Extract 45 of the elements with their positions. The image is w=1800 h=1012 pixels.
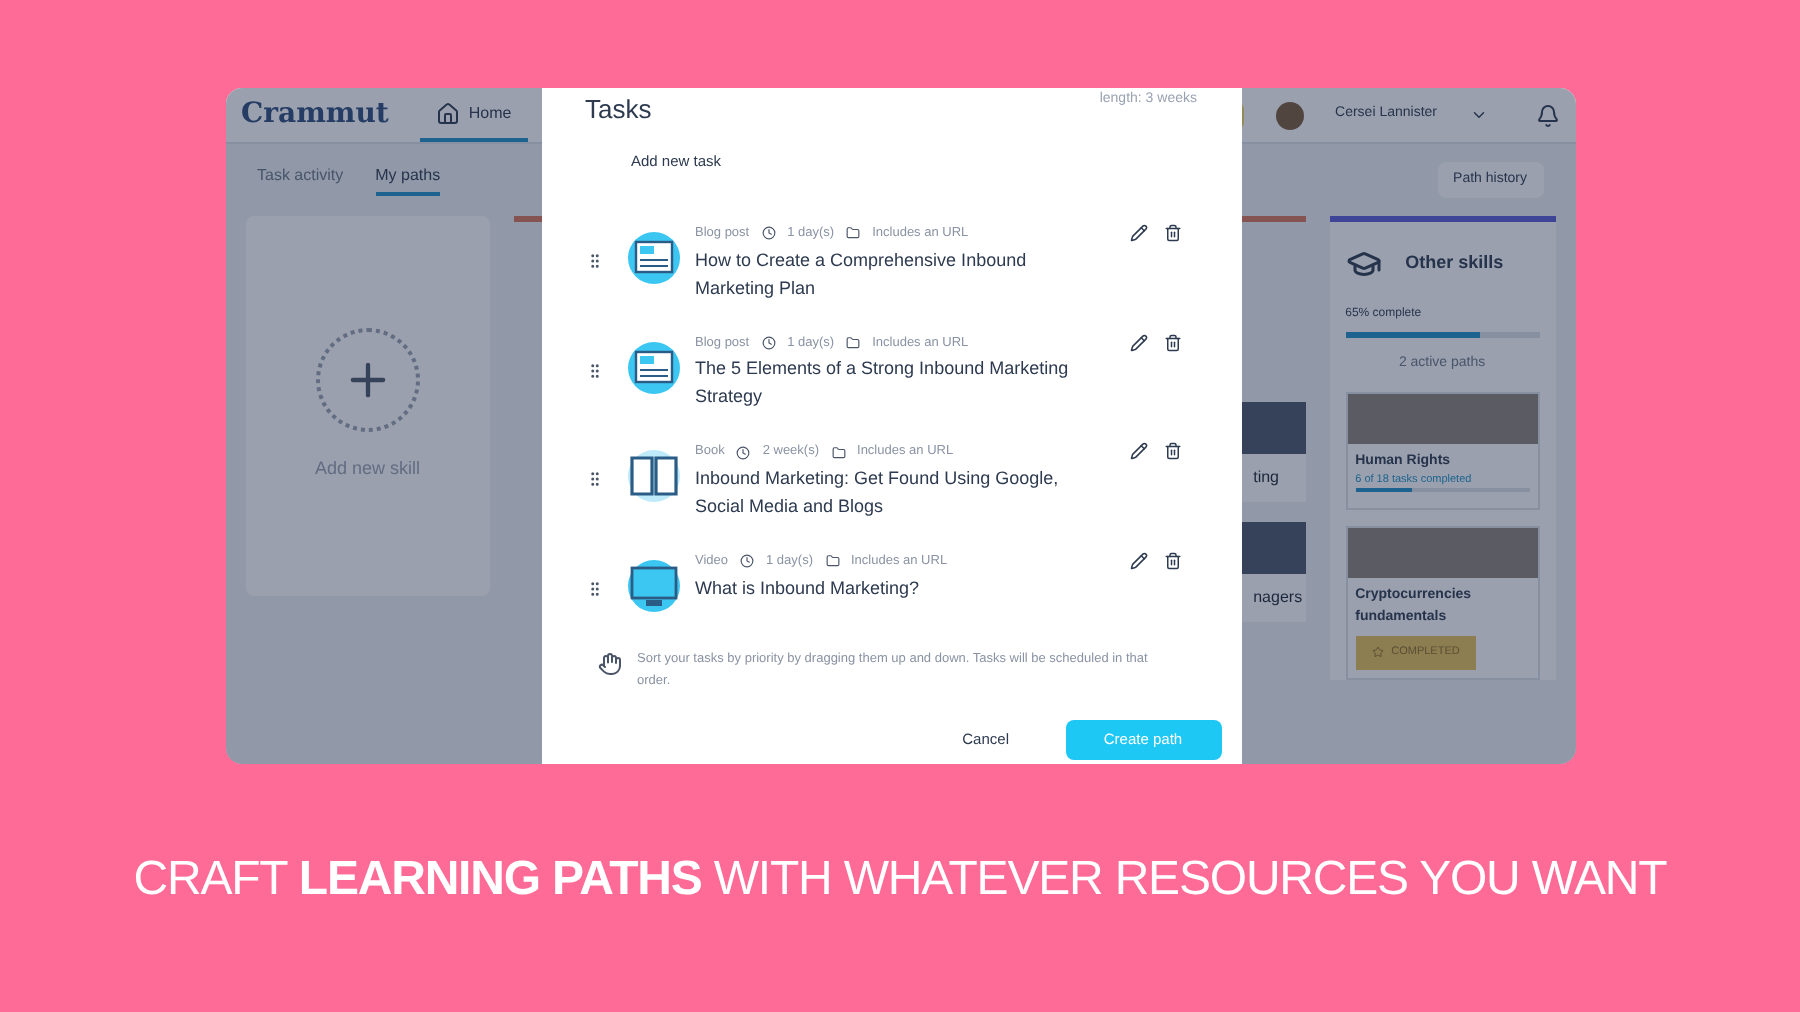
delete-icon[interactable]	[1163, 552, 1181, 570]
monitor-icon	[627, 560, 679, 612]
task-title: The 5 Elements of a Strong Inbound Marketing Strategy	[695, 356, 1071, 411]
home-icon	[436, 101, 461, 125]
drag-hand-icon	[597, 652, 621, 676]
avatar	[1275, 101, 1304, 129]
graduation-cap-icon	[1345, 246, 1382, 282]
clock-icon	[761, 226, 776, 241]
app-logo: Crammut	[241, 96, 389, 134]
clock-icon	[761, 335, 776, 350]
folder-icon	[831, 445, 846, 460]
add-icon	[315, 328, 420, 433]
folder-icon	[846, 226, 861, 241]
drag-handle-icon[interactable]	[585, 470, 603, 489]
notification-icon[interactable]	[1535, 103, 1559, 127]
task-title: How to Create a Comprehensive Inbound Marketing Plan	[695, 247, 1029, 301]
clock-icon	[736, 445, 751, 460]
page-tab[interactable]: Task activity	[257, 164, 344, 196]
card-title: nagers	[1251, 586, 1305, 610]
book-icon	[627, 450, 679, 503]
skill-title: Other skills	[1405, 250, 1504, 277]
drag-handle-icon[interactable]	[585, 580, 603, 598]
delete-icon[interactable]	[1163, 223, 1181, 242]
nav-tab[interactable]: Home	[420, 88, 528, 142]
folder-icon	[825, 554, 839, 569]
page-tab[interactable]: My paths	[375, 164, 441, 196]
edit-icon[interactable]	[1129, 223, 1147, 242]
caret-icon[interactable]	[1469, 106, 1487, 124]
edit-icon[interactable]	[1129, 552, 1147, 570]
delete-icon[interactable]	[1163, 442, 1181, 461]
edit-icon[interactable]	[1129, 333, 1147, 351]
article-icon	[627, 231, 679, 284]
article-icon	[627, 341, 679, 393]
task-title: What is Inbound Marketing?	[695, 575, 922, 602]
dialog-title: Tasks	[585, 92, 652, 128]
folder-icon	[846, 335, 861, 350]
caption: CRAFT LEARNING PATHS WITH WHATEVER RESOURCES YOU WANT	[133, 850, 1667, 910]
add-skill-label: Add new skill	[315, 456, 421, 483]
task-title: Inbound Marketing: Get Found Using Google, Social Media and Blogs	[695, 466, 1061, 520]
card-title: ting	[1251, 466, 1282, 490]
drag-handle-icon[interactable]	[585, 251, 603, 270]
clock-icon	[740, 554, 755, 569]
drag-handle-icon[interactable]	[585, 361, 603, 379]
edit-icon[interactable]	[1129, 442, 1147, 461]
delete-icon[interactable]	[1163, 333, 1181, 351]
